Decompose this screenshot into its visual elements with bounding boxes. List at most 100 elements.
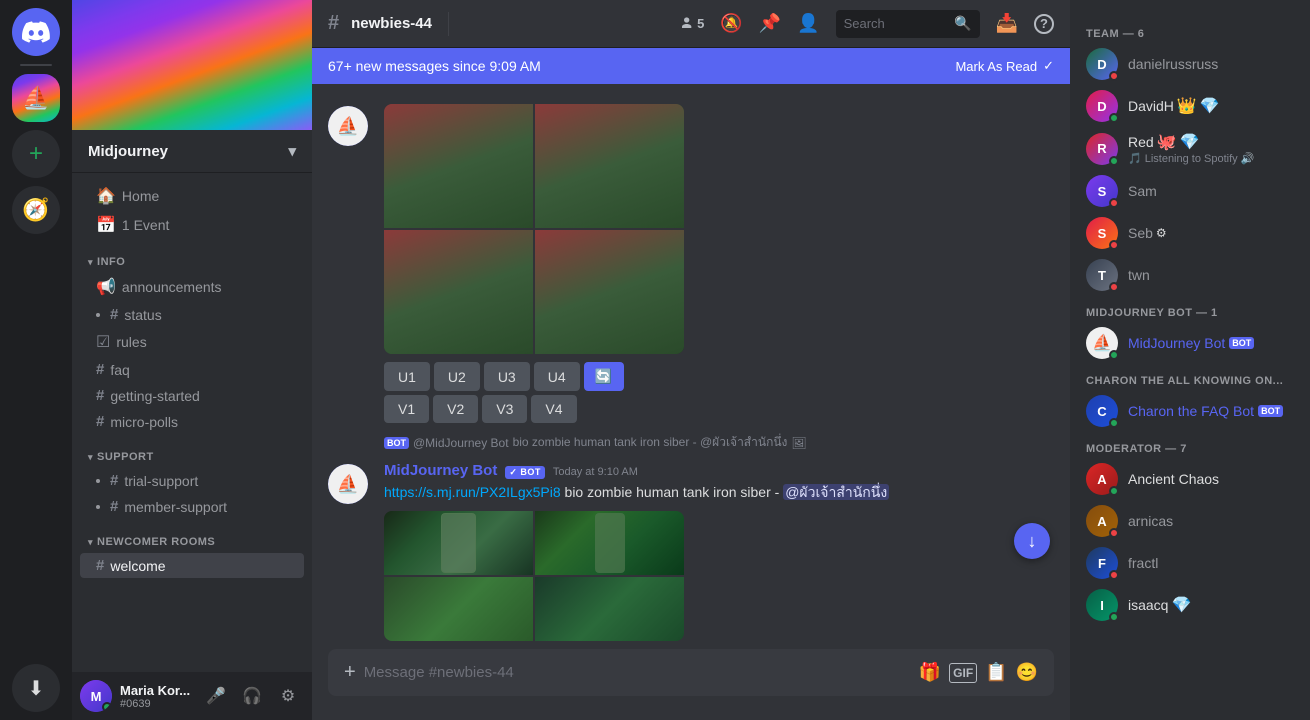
sidebar-item-events[interactable]: 📅 1 Event <box>80 211 304 239</box>
bot-mention: @MidJourney Bot <box>413 436 509 450</box>
message-header-2: MidJourney Bot ✓ BOT Today at 9:10 AM <box>384 462 1054 479</box>
online-status-dot <box>102 702 112 712</box>
member-name: Sam <box>1128 183 1157 199</box>
sticker-icon[interactable]: 📋 <box>985 662 1007 683</box>
add-content-button[interactable]: + <box>344 649 356 696</box>
pin-icon[interactable]: 📌 <box>759 13 781 34</box>
header-divider <box>448 12 449 36</box>
member-avatar: S <box>1086 175 1118 207</box>
member-name: Seb <box>1128 225 1153 241</box>
grid-image-7 <box>384 577 533 641</box>
midjourney-server-icon[interactable]: ⛵ <box>12 74 60 122</box>
channel-hash-icon: # <box>328 12 339 35</box>
search-bar[interactable]: 🔍 <box>836 10 980 38</box>
member-red[interactable]: R Red 🐙 💎 🎵 Listening to Spotify 🔊 <box>1078 128 1302 169</box>
image-grid <box>384 104 684 354</box>
channel-micro-polls[interactable]: # micro-polls <box>80 409 304 434</box>
variation-2-button[interactable]: V2 <box>433 395 478 423</box>
status-dot <box>1109 350 1119 360</box>
category-newcomer-rooms[interactable]: ▾ NEWCOMER ROOMS <box>72 520 312 552</box>
server-name-bar[interactable]: Midjourney ▾ <box>72 130 312 173</box>
message-link[interactable]: https://s.mj.run/PX2ILgx5Pi8 <box>384 484 561 500</box>
channel-announcements[interactable]: 📢 announcements <box>80 273 304 301</box>
mic-icon[interactable]: 🎤 <box>200 680 232 712</box>
member-name: DavidH <box>1128 98 1174 114</box>
members-list-icon[interactable]: 👤 <box>797 13 819 34</box>
member-davidh[interactable]: D DavidH 👑 💎 <box>1078 86 1302 126</box>
message-group-2: ⛵ MidJourney Bot ✓ BOT Today at 9:10 AM … <box>312 458 1070 649</box>
member-avatar: T <box>1086 259 1118 291</box>
status-dot <box>1109 113 1119 123</box>
member-name: Ancient Chaos <box>1128 471 1219 487</box>
message-input[interactable] <box>364 652 911 693</box>
member-charon[interactable]: C Charon the FAQ Bot BOT <box>1078 391 1302 431</box>
help-icon[interactable]: ? <box>1034 14 1054 34</box>
member-name: isaacq <box>1128 597 1168 613</box>
member-arnicas[interactable]: A arnicas <box>1078 501 1302 541</box>
new-messages-banner[interactable]: 67+ new messages since 9:09 AM Mark As R… <box>312 48 1070 84</box>
message-group: ⛵ <box>312 100 1070 431</box>
channel-member-support[interactable]: # member-support <box>80 494 304 519</box>
member-sam[interactable]: S Sam <box>1078 171 1302 211</box>
member-seb[interactable]: S Seb ⚙ <box>1078 213 1302 253</box>
members-icon-count[interactable]: 5 <box>678 16 704 32</box>
bot-badge-right: BOT <box>1229 337 1254 349</box>
spotify-icon: 🎵 <box>1128 152 1142 165</box>
gift-icon[interactable]: 🎁 <box>919 662 941 683</box>
member-twn[interactable]: T twn <box>1078 255 1302 295</box>
member-sub: 🎵 Listening to Spotify 🔊 <box>1128 152 1254 165</box>
variation-4-button[interactable]: V4 <box>531 395 576 423</box>
channel-faq[interactable]: # faq <box>80 357 304 382</box>
channel-status[interactable]: # status <box>80 302 304 327</box>
emoji-icon[interactable]: 😊 <box>1016 662 1038 683</box>
search-input[interactable] <box>844 16 949 31</box>
member-ancient-chaos[interactable]: A Ancient Chaos <box>1078 459 1302 499</box>
home-icon: 🏠 <box>96 186 116 206</box>
member-name: Red <box>1128 134 1154 150</box>
status-dot <box>1109 486 1119 496</box>
upscale-3-button[interactable]: U3 <box>484 362 530 391</box>
member-mjbot[interactable]: ⛵ MidJourney Bot BOT <box>1078 323 1302 363</box>
bot-inline-indicator: BOT @MidJourney Bot bio zombie human tan… <box>312 431 1070 458</box>
member-danielrussruss[interactable]: D danielrussruss <box>1078 44 1302 84</box>
refresh-button[interactable]: 🔄 <box>584 362 624 391</box>
upscale-2-button[interactable]: U2 <box>434 362 480 391</box>
gif-button[interactable]: GIF <box>949 663 977 683</box>
badge-icon: 🐙 <box>1157 132 1177 152</box>
channel-name: newbies-44 <box>351 15 432 32</box>
inbox-icon[interactable]: 📥 <box>996 13 1018 34</box>
settings-icon[interactable]: ⚙ <box>272 680 304 712</box>
collapse-icon: ▾ <box>88 537 93 548</box>
scroll-to-bottom-button[interactable]: ↓ <box>1014 523 1050 559</box>
gear-icon: ⚙ <box>1156 226 1167 240</box>
variation-1-button[interactable]: V1 <box>384 395 429 423</box>
channel-trial-support[interactable]: # trial-support <box>80 468 304 493</box>
hash-icon: # <box>110 472 118 489</box>
hash-icon: # <box>110 306 118 323</box>
upscale-4-button[interactable]: U4 <box>534 362 580 391</box>
variation-3-button[interactable]: V3 <box>482 395 527 423</box>
channel-getting-started[interactable]: # getting-started <box>80 383 304 408</box>
grid-image-6 <box>535 511 684 575</box>
input-actions: 🎁 GIF 📋 😊 <box>919 662 1038 683</box>
add-server-button[interactable]: + <box>12 130 60 178</box>
mark-as-read-button[interactable]: Mark As Read ✓ <box>955 58 1054 74</box>
sidebar-item-home[interactable]: 🏠 Home <box>80 182 304 210</box>
member-avatar: A <box>1086 463 1118 495</box>
message-author: MidJourney Bot <box>384 462 497 479</box>
action-buttons-row2: V1 V2 V3 V4 <box>384 395 1054 423</box>
message-body: bio zombie human tank iron siber - <box>565 484 784 500</box>
member-isaacq[interactable]: I isaacq 💎 <box>1078 585 1302 625</box>
channel-welcome[interactable]: # welcome <box>80 553 304 578</box>
category-info[interactable]: ▾ INFO <box>72 240 312 272</box>
download-button[interactable]: ⬇ <box>12 664 60 712</box>
channel-rules[interactable]: ☑ rules <box>80 328 304 356</box>
footer-user-tag: #0639 <box>120 698 192 710</box>
headphone-icon[interactable]: 🎧 <box>236 680 268 712</box>
upscale-1-button[interactable]: U1 <box>384 362 430 391</box>
category-support[interactable]: ▾ SUPPORT <box>72 435 312 467</box>
explore-servers-button[interactable]: 🧭 <box>12 186 60 234</box>
discord-home-button[interactable] <box>12 8 60 56</box>
mute-icon[interactable]: 🔕 <box>720 13 742 34</box>
member-fractl[interactable]: F fractl <box>1078 543 1302 583</box>
